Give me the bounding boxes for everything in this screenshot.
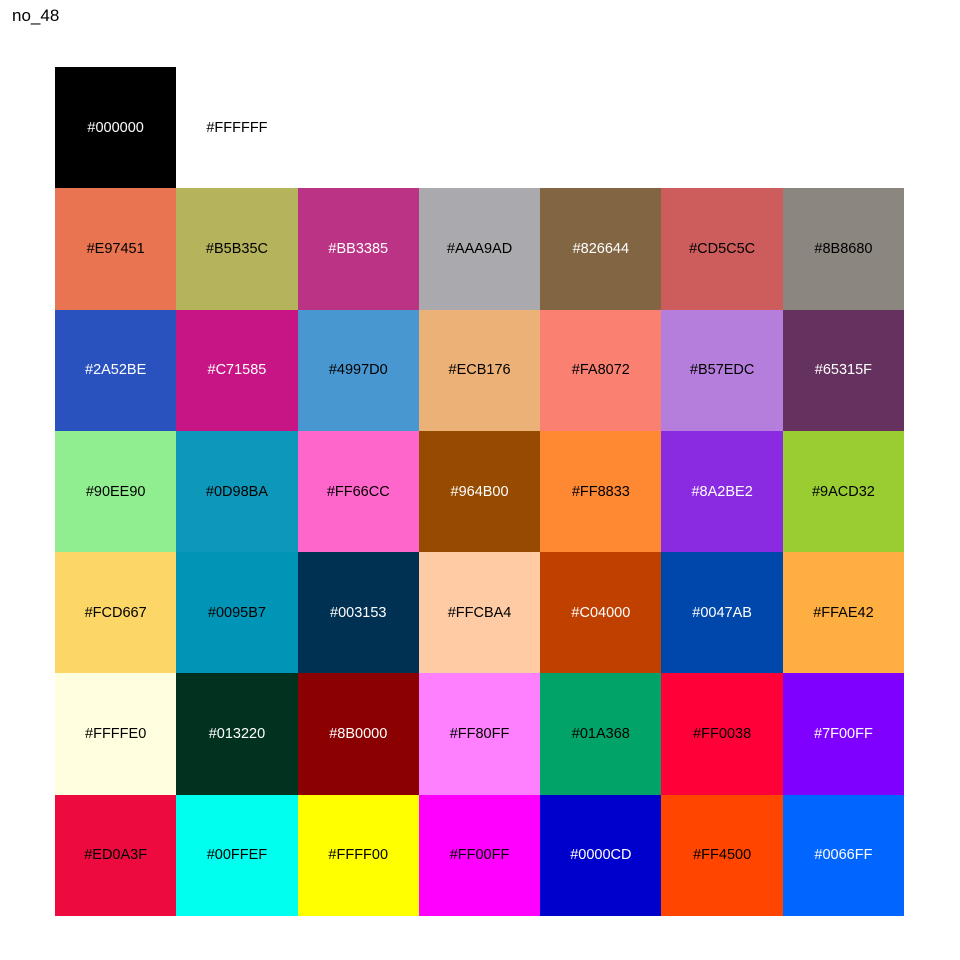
swatch-25: #0095B7 <box>176 552 298 674</box>
swatch-5: #BB3385 <box>297 188 419 310</box>
swatch-41: #FF00FF <box>418 794 541 917</box>
swatch-label: #FCD667 <box>84 604 147 621</box>
swatch-label: #65315F <box>814 362 873 379</box>
swatch-33: #8B0000 <box>297 673 419 795</box>
swatch-13: #ECB176 <box>418 309 541 431</box>
swatch-label: #FFCBA4 <box>447 604 512 621</box>
swatch-label: #4997D0 <box>328 362 388 379</box>
page-title: no_48 <box>12 6 60 25</box>
swatch-label: #0095B7 <box>207 604 266 621</box>
swatch-42: #0000CD <box>540 794 662 917</box>
swatch-9: #8B8680 <box>782 188 905 310</box>
swatch-label: #FF0038 <box>693 726 752 743</box>
swatch-label: #00FFEF <box>206 847 268 864</box>
swatch-label: #CD5C5C <box>689 240 756 257</box>
swatch-label: #E97451 <box>86 240 145 257</box>
swatch-19: #FF66CC <box>297 430 419 553</box>
swatch-label: #FF8833 <box>571 483 630 500</box>
swatch-label: #8A2BE2 <box>691 483 753 500</box>
swatch-label: #AAA9AD <box>446 240 513 257</box>
swatch-label: #FFFF00 <box>328 847 389 864</box>
swatch-29: #0047AB <box>661 552 783 674</box>
swatch-4: #B5B35C <box>176 188 298 310</box>
swatch-label: #013220 <box>208 726 266 743</box>
swatch-6: #AAA9AD <box>418 188 541 310</box>
swatch-label: #B5B35C <box>205 240 268 257</box>
swatch-10: #2A52BE <box>55 309 177 431</box>
swatch-label: #8B0000 <box>329 726 388 743</box>
swatch-label: #ECB176 <box>448 362 511 379</box>
swatch-15: #B57EDC <box>661 309 783 431</box>
swatch-label: #826644 <box>572 240 630 257</box>
swatch-label: #B57EDC <box>689 362 755 379</box>
swatch-label: #000000 <box>87 119 144 136</box>
swatch-39: #00FFEF <box>176 794 298 917</box>
swatch-18: #0D98BA <box>176 430 298 553</box>
swatch-label: #BB3385 <box>328 240 389 257</box>
swatch-label: #90EE90 <box>85 483 146 500</box>
swatch-label: #FF00FF <box>449 847 510 864</box>
swatch-label: #C04000 <box>571 604 631 621</box>
swatch-label: #0047AB <box>692 604 752 621</box>
swatch-22: #8A2BE2 <box>661 430 783 553</box>
swatch-3: #E97451 <box>55 188 177 310</box>
swatch-34: #FF80FF <box>418 673 541 795</box>
swatch-32: #013220 <box>176 673 298 795</box>
swatch-20: #964B00 <box>418 430 541 553</box>
swatch-37: #7F00FF <box>782 673 905 795</box>
swatch-label: #2A52BE <box>85 362 147 379</box>
swatch-11: #C71585 <box>176 309 298 431</box>
swatch-26: #003153 <box>297 552 419 674</box>
swatch-21: #FF8833 <box>540 430 662 553</box>
swatch-label: #0000CD <box>570 847 632 864</box>
swatch-38: #ED0A3F <box>55 794 177 917</box>
swatch-17: #90EE90 <box>55 430 177 553</box>
swatch-label: #9ACD32 <box>811 483 875 500</box>
swatch-24: #FCD667 <box>55 552 177 674</box>
swatch-label: #C71585 <box>207 362 267 379</box>
swatch-44: #0066FF <box>782 794 905 917</box>
swatch-1: #000000 <box>55 67 177 189</box>
color-swatch-grid: #000000 #FFFFFF #E97451 #B5B35C #BB3385 … <box>55 67 905 917</box>
swatch-label: #964B00 <box>450 483 509 500</box>
swatch-30: #FFAE42 <box>782 552 905 674</box>
swatch-label: #FF66CC <box>326 483 390 500</box>
swatch-36: #FF0038 <box>661 673 783 795</box>
swatch-23: #9ACD32 <box>782 430 905 553</box>
swatch-14: #FA8072 <box>540 309 662 431</box>
swatch-label: #7F00FF <box>814 726 873 743</box>
swatch-label: #FFFFFF <box>206 119 268 136</box>
swatch-28: #C04000 <box>540 552 662 674</box>
swatch-label: #0066FF <box>814 847 873 864</box>
swatch-label: #ED0A3F <box>84 847 148 864</box>
swatch-label: #0D98BA <box>205 483 268 500</box>
swatch-27: #FFCBA4 <box>418 552 541 674</box>
swatch-label: #003153 <box>330 604 387 621</box>
swatch-31: #FFFFE0 <box>55 673 177 795</box>
swatch-label: #FFFFE0 <box>85 726 147 743</box>
swatch-7: #826644 <box>540 188 662 310</box>
swatch-2: #FFFFFF <box>176 67 298 189</box>
swatch-label: #FFAE42 <box>813 604 874 621</box>
swatch-35: #01A368 <box>540 673 662 795</box>
swatch-40: #FFFF00 <box>297 794 419 917</box>
swatch-16: #65315F <box>782 309 905 431</box>
swatch-label: #FF4500 <box>693 847 752 864</box>
swatch-8: #CD5C5C <box>661 188 783 310</box>
swatch-label: #FF80FF <box>449 726 510 743</box>
swatch-label: #FA8072 <box>571 362 630 379</box>
swatch-label: #01A368 <box>571 726 630 743</box>
swatch-12: #4997D0 <box>297 309 419 431</box>
swatch-label: #8B8680 <box>814 240 873 257</box>
swatch-43: #FF4500 <box>661 794 783 917</box>
